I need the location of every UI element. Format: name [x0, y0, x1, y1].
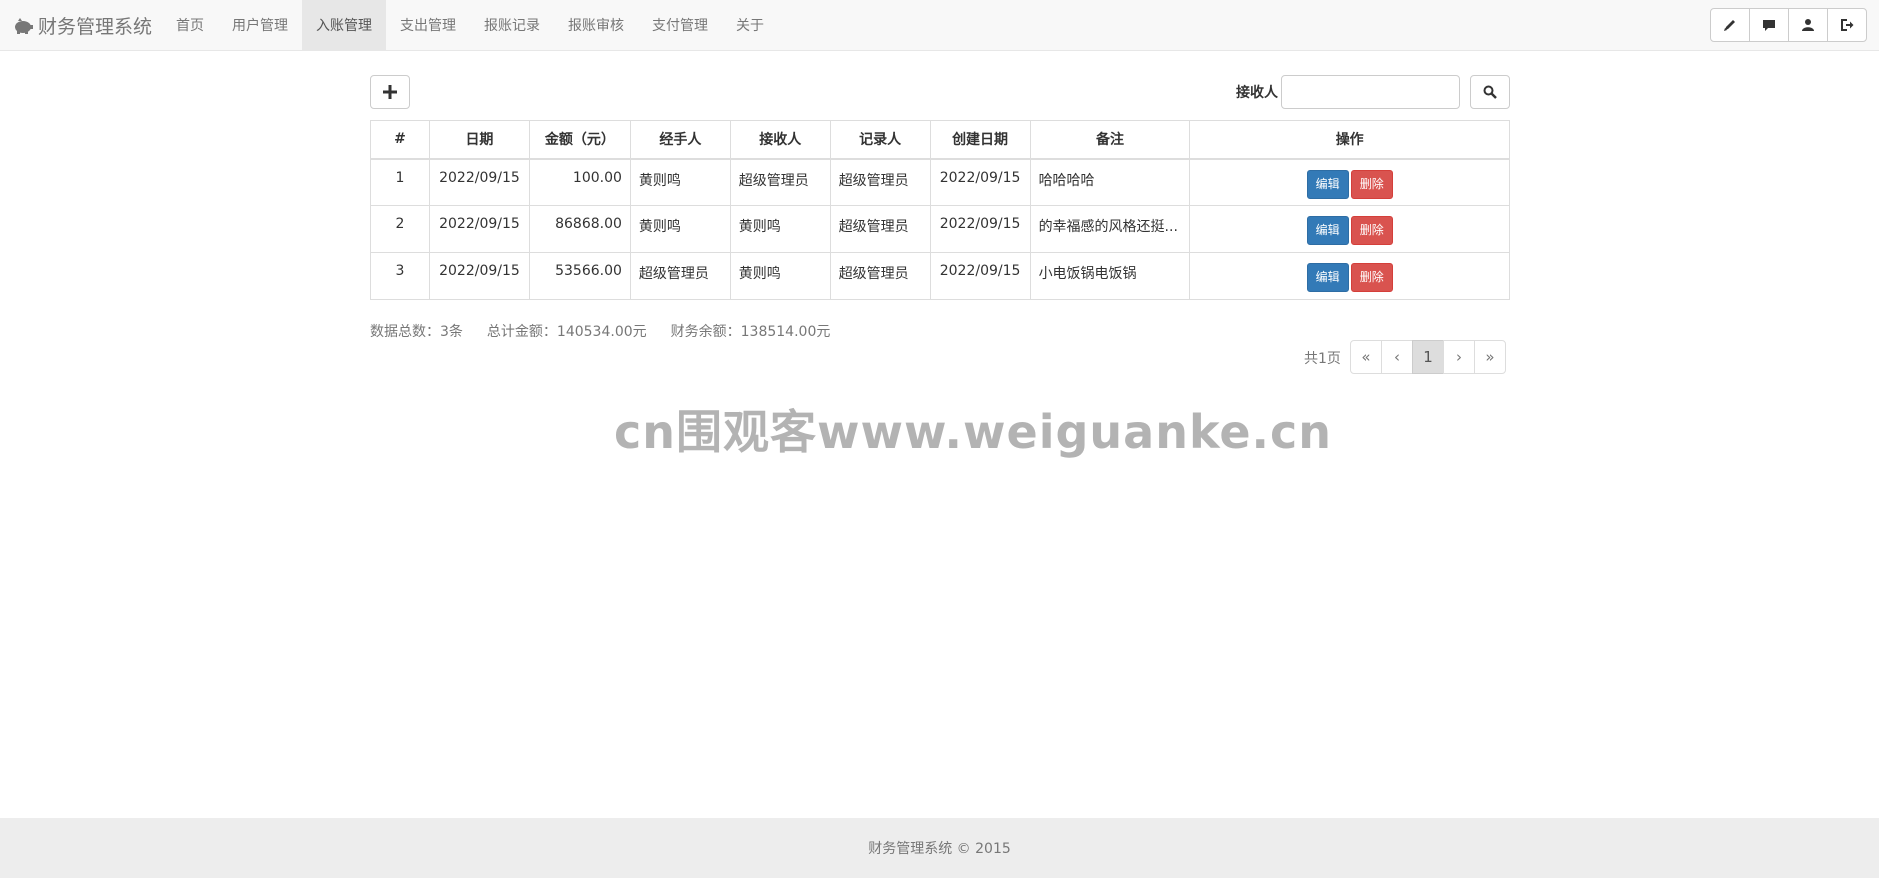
cell-handler: 黄则鸣 [629, 158, 731, 206]
brand[interactable]: 财务管理系统 [12, 0, 152, 51]
summary-bar: 数据总数：3条 总计金额：140534.00元 财务余额：138514.00元 [370, 321, 830, 341]
cell-no: 2 [370, 205, 430, 253]
nav-item-user-management[interactable]: 用户管理 [218, 0, 302, 50]
footer: 财务管理系统 © 2015 [0, 818, 1879, 878]
cell-amount: 53566.00 [528, 252, 631, 300]
cell-recorder: 超级管理员 [829, 158, 931, 206]
cell-amount: 86868.00 [528, 205, 631, 253]
cell-recorder: 超级管理员 [829, 252, 931, 300]
nav-label: 用户管理 [232, 18, 288, 34]
cell-handler: 超级管理员 [629, 252, 731, 300]
edit-button[interactable]: 编辑 [1306, 216, 1349, 245]
cell-handler: 黄则鸣 [629, 205, 731, 253]
cell-actions: 编辑 删除 [1189, 252, 1510, 300]
cell-no: 1 [370, 158, 430, 206]
cell-no: 3 [370, 252, 430, 300]
plus-icon [383, 85, 397, 99]
cell-remark: 哈哈哈哈 [1029, 158, 1191, 206]
cell-created: 2022/09/15 [929, 205, 1031, 253]
logout-icon [1841, 19, 1854, 31]
edit-button[interactable]: 编辑 [1306, 263, 1349, 292]
cell-remark: 的幸福感的风格还挺... [1029, 205, 1191, 253]
top-navbar: 财务管理系统 首页 用户管理 入账管理 支出管理 报账记录 报账审核 支付管理 … [0, 0, 1879, 51]
pagination: « ‹ 1 › » [1350, 340, 1506, 374]
column-header: 操作 [1189, 120, 1510, 160]
prev-page-button[interactable]: ‹ [1381, 340, 1413, 374]
brand-title: 财务管理系统 [38, 16, 153, 38]
cell-date: 2022/09/15 [428, 158, 530, 206]
cell-remark: 小电饭锅电饭锅 [1029, 252, 1191, 300]
next-page-button[interactable]: › [1443, 340, 1475, 374]
cell-receiver: 超级管理员 [729, 158, 831, 206]
cell-date: 2022/09/15 [428, 252, 530, 300]
receiver-search-input[interactable] [1281, 75, 1460, 109]
delete-button[interactable]: 删除 [1350, 169, 1393, 199]
column-header: 金额（元） [528, 120, 631, 160]
column-header: 备注 [1029, 120, 1191, 160]
search-button[interactable] [1470, 75, 1510, 109]
column-header: 记录人 [829, 120, 931, 160]
nav-label: 入账管理 [316, 18, 372, 34]
cell-created: 2022/09/15 [929, 158, 1031, 206]
table-row: 2 2022/09/15 86868.00 黄则鸣 黄则鸣 超级管理员 2022… [370, 205, 1510, 253]
nav-label: 首页 [176, 18, 204, 34]
navbar-actions [1710, 8, 1867, 42]
search-icon [1483, 85, 1497, 99]
cell-created: 2022/09/15 [929, 252, 1031, 300]
messages-button[interactable] [1749, 8, 1789, 42]
page-1-button[interactable]: 1 [1412, 340, 1444, 374]
main-nav: 首页 用户管理 入账管理 支出管理 报账记录 报账审核 支付管理 关于 [162, 0, 778, 51]
first-page-button[interactable]: « [1350, 340, 1382, 374]
footer-text: 财务管理系统 © 2015 [868, 841, 1011, 857]
receiver-search-label: 接收人 [1236, 85, 1278, 101]
nav-item-income-management[interactable]: 入账管理 [302, 0, 386, 50]
column-header: 经手人 [629, 120, 731, 160]
delete-button[interactable]: 删除 [1350, 263, 1393, 292]
user-icon [1802, 19, 1814, 31]
nav-item-reimbursement-review[interactable]: 报账审核 [554, 0, 638, 50]
nav-label: 报账审核 [568, 18, 624, 34]
column-header: 接收人 [729, 120, 831, 160]
balance-amount: 财务余额：138514.00元 [670, 324, 831, 340]
total-pages: 共1页 [1304, 351, 1341, 367]
nav-label: 关于 [736, 18, 764, 34]
user-button[interactable] [1788, 8, 1828, 42]
nav-item-home[interactable]: 首页 [162, 0, 218, 50]
nav-item-reimbursement-records[interactable]: 报账记录 [470, 0, 554, 50]
logout-button[interactable] [1827, 8, 1867, 42]
nav-label: 支出管理 [400, 18, 456, 34]
delete-button[interactable]: 删除 [1350, 216, 1393, 245]
piggy-bank-icon [15, 17, 33, 34]
table-row: 1 2022/09/15 100.00 黄则鸣 超级管理员 超级管理员 2022… [370, 158, 1510, 206]
last-page-button[interactable]: » [1474, 340, 1506, 374]
cell-actions: 编辑 删除 [1189, 205, 1510, 253]
pencil-icon [1724, 20, 1735, 31]
add-record-button[interactable] [370, 75, 410, 109]
cell-recorder: 超级管理员 [829, 205, 931, 253]
column-header: 创建日期 [929, 120, 1031, 160]
table-header-row: # 日期 金额（元） 经手人 接收人 记录人 创建日期 备注 操作 [370, 120, 1510, 160]
watermark: cn围观客www.weiguanke.cn [614, 405, 1333, 459]
cell-receiver: 黄则鸣 [729, 252, 831, 300]
nav-item-about[interactable]: 关于 [722, 0, 778, 50]
nav-item-payment-management[interactable]: 支付管理 [638, 0, 722, 50]
cell-amount: 100.00 [528, 158, 631, 206]
total-amount: 总计金额：140534.00元 [486, 324, 647, 340]
edit-profile-button[interactable] [1710, 8, 1750, 42]
cell-date: 2022/09/15 [428, 205, 530, 253]
record-count: 数据总数：3条 [370, 324, 463, 340]
nav-label: 报账记录 [484, 18, 540, 34]
nav-label: 支付管理 [652, 18, 708, 34]
income-table: # 日期 金额（元） 经手人 接收人 记录人 创建日期 备注 操作 1 2022… [370, 120, 1510, 300]
column-header: # [370, 120, 430, 160]
edit-button[interactable]: 编辑 [1306, 169, 1349, 199]
column-header: 日期 [428, 120, 530, 160]
nav-item-expense-management[interactable]: 支出管理 [386, 0, 470, 50]
cell-receiver: 黄则鸣 [729, 205, 831, 253]
cell-actions: 编辑 删除 [1189, 158, 1510, 206]
table-row: 3 2022/09/15 53566.00 超级管理员 黄则鸣 超级管理员 20… [370, 252, 1510, 300]
comment-icon [1763, 20, 1775, 31]
